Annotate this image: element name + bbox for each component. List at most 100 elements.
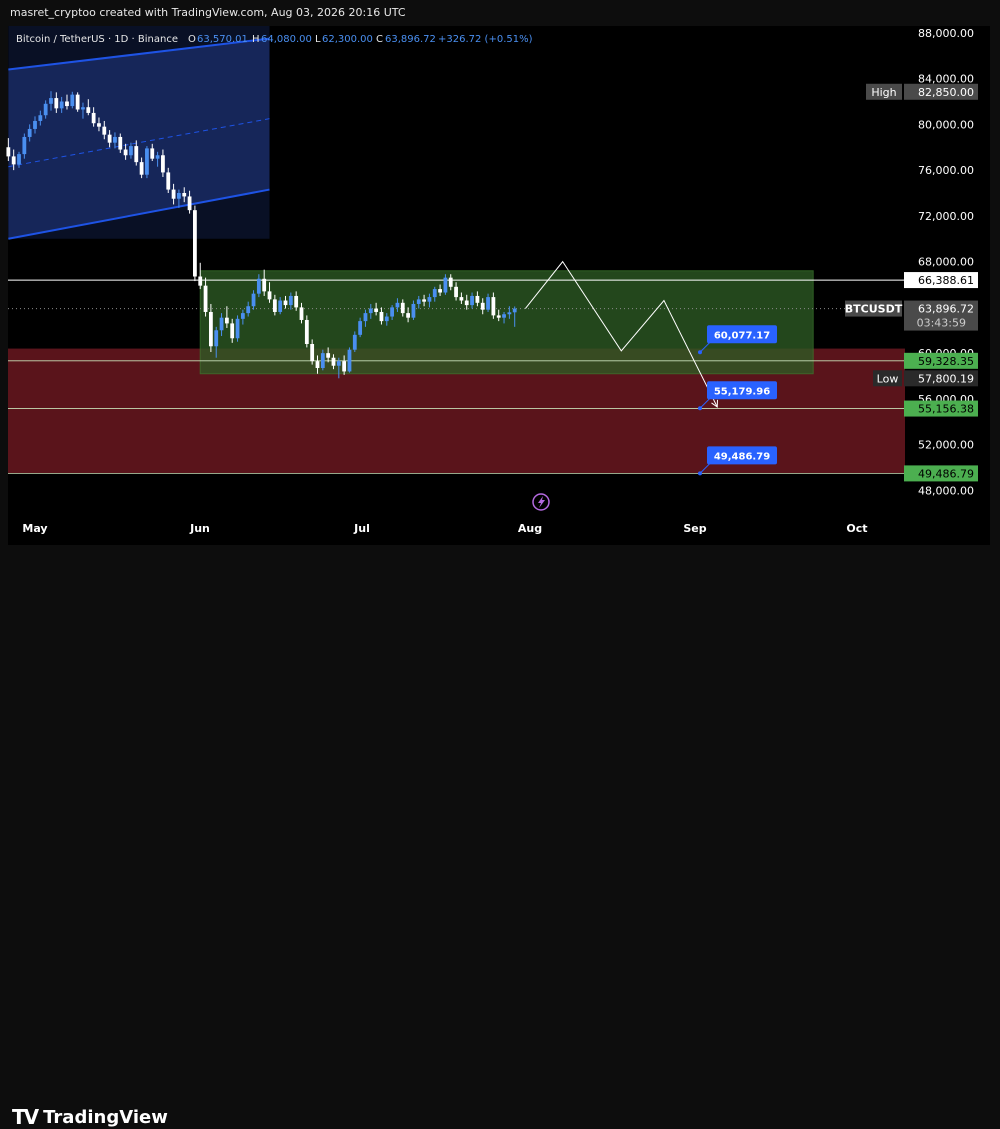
legend-high-label: H [252,34,260,45]
candle-body [129,146,133,156]
candle[interactable] [75,92,80,112]
y-tick-label: 76,000.00 [918,164,974,177]
candle[interactable] [235,315,240,342]
price-label: 55,156.38 [904,400,978,417]
candle-body [208,311,213,347]
candle-body [507,312,512,315]
price-label-tag: High [871,86,896,99]
candle[interactable] [347,347,352,373]
y-tick-label: 84,000.00 [918,73,974,86]
price-label-value: 55,156.38 [918,403,974,416]
candle[interactable] [193,205,197,282]
candle-body [502,314,506,318]
candle-body [177,193,181,199]
candle-body [155,155,160,159]
candle-body [464,300,469,306]
candle-body [294,295,299,308]
candle-body [246,306,251,314]
candle-body [304,319,309,344]
candle-body [448,277,453,287]
candle-body [91,112,96,124]
y-tick-label: 80,000.00 [918,118,974,131]
legend-open-value: 63,570.01 [197,34,248,45]
legend-close-label: C [376,34,383,45]
candle-body [368,308,373,314]
candle-body [278,300,283,312]
callout-text: 49,486.79 [714,451,770,462]
range-box[interactable] [199,270,814,375]
candle-body [214,330,219,347]
candle-body [230,323,235,339]
tradingview-logo[interactable]: TV TradingView [12,1105,168,1129]
tradingview-logo-text: TradingView [43,1106,168,1128]
candle-body [358,321,363,335]
price-label-countdown: 03:43:59 [917,317,966,330]
candle-body [38,115,43,121]
candle-body [139,162,144,175]
candle-body [272,299,277,312]
candle-body [512,308,517,313]
price-label-value: 66,388.61 [918,274,974,287]
x-tick-label: Jun [189,522,210,535]
price-label: 57,800.19 Low [873,370,978,387]
candle-body [342,361,347,372]
price-chart[interactable]: 60,077.17 55,179.96 49,486.79 88,000.00 84,… [0,0,1000,545]
candle-body [11,156,16,165]
candle-body [400,302,405,314]
x-tick-label: Oct [846,522,867,535]
candle-body [97,123,101,127]
candle-body [75,94,80,110]
x-tick-label: May [22,522,47,535]
candle-body [315,361,320,369]
candle-body [454,286,458,298]
candle-body [54,98,59,109]
candle[interactable] [304,315,309,348]
candle-body [470,295,474,306]
candle-body [486,297,490,310]
candle-body [134,146,139,163]
candle-body [320,353,325,369]
candle-body [438,289,442,293]
callout-dot [698,406,702,411]
candle-body [43,103,48,116]
tradingview-logo-icon: TV [12,1105,39,1129]
price-label-value: 57,800.19 [918,372,974,385]
candle-body [299,307,304,320]
candle-body [118,136,123,150]
price-label-value: 49,486.79 [918,467,974,480]
candle-body [496,315,501,318]
candle-body [395,302,400,308]
price-label-value: 59,328.35 [918,355,974,368]
candle-body [49,98,53,104]
candle-body [22,136,27,155]
x-tick-label: Sep [683,522,706,535]
candle-body [363,313,368,322]
candle-body [288,295,293,306]
candle-body [416,299,421,304]
candle-body [491,297,496,316]
channel-box [8,26,270,239]
candle-body [224,317,229,324]
price-label-value: 63,896.72 [918,303,974,316]
candle-body [267,291,272,300]
price-label: 82,850.00 High [866,83,978,100]
candle-body [427,297,432,302]
candle-body [198,276,203,286]
candle-body [123,149,128,156]
candle-body [283,300,288,306]
price-label-tag: BTCUSDT [845,303,903,316]
candle-body [81,107,85,110]
candle-body [33,120,37,129]
legend-low-value: 62,300.00 [322,34,373,45]
candle-body [459,297,464,301]
candle[interactable] [145,146,149,179]
legend-low-label: L [315,34,321,45]
candle-body [187,196,192,211]
candle-body [193,210,197,277]
x-tick-label: Aug [518,522,542,535]
candle-body [145,148,149,175]
candle-body [256,278,261,294]
candle-body [475,295,480,303]
callout-text: 60,077.17 [714,330,770,341]
y-tick-label: 72,000.00 [918,210,974,223]
